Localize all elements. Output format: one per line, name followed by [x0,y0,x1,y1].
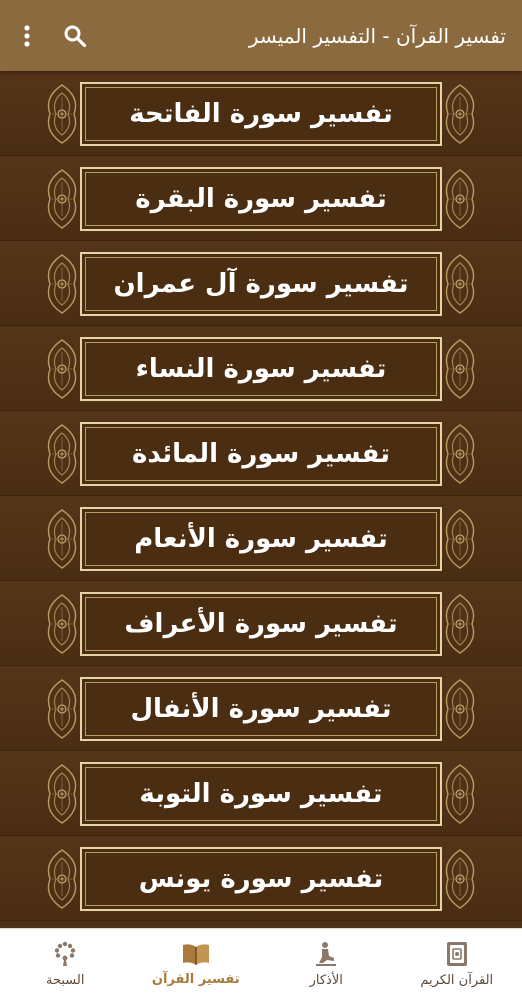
surah-tafsir-button[interactable]: تفسير سورة المائدة [80,422,442,486]
app-bar: تفسير القرآن - التفسير الميسر [0,0,522,71]
surah-tafsir-label: تفسير سورة النساء [135,354,387,384]
ornament-icon [47,849,77,909]
list-item[interactable]: تفسير سورة الأعراف [0,581,522,666]
surah-tafsir-button[interactable]: تفسير سورة التوبة [80,762,442,826]
nav-label: السبحة [46,973,85,988]
surah-tafsir-label: تفسير سورة الأعراف [124,609,398,639]
surah-tafsir-label: تفسير سورة الأنعام [134,524,388,554]
ornament-icon [47,169,77,229]
ornament-icon [445,509,475,569]
list-item[interactable]: تفسير سورة البقرة [0,156,522,241]
ornament-icon [445,84,475,144]
ornament-icon [47,254,77,314]
more-vert-icon[interactable] [12,21,42,51]
ornament-icon [47,594,77,654]
page-title: تفسير القرآن - التفسير الميسر [248,23,506,48]
list-item[interactable]: تفسير سورة يونس [0,836,522,921]
list-item[interactable]: تفسير سورة الأنعام [0,496,522,581]
surah-tafsir-button[interactable]: تفسير سورة الأنفال [80,677,442,741]
surah-tafsir-button[interactable]: تفسير سورة الأنعام [80,507,442,571]
surah-tafsir-label: تفسير سورة التوبة [139,779,383,809]
nav-item-tafsir[interactable]: تفسير القرآن [131,929,262,1000]
surah-tafsir-label: تفسير سورة يونس [138,864,384,894]
nav-label: الأذكار [309,973,343,988]
ornament-icon [445,169,475,229]
surah-tafsir-button[interactable]: تفسير سورة يونس [80,847,442,911]
ornament-icon [47,679,77,739]
ornament-icon [47,764,77,824]
open-book-icon [182,944,209,965]
surah-tafsir-label: تفسير سورة البقرة [135,184,387,214]
list-item[interactable]: تفسير سورة الأنفال [0,666,522,751]
ornament-icon [445,424,475,484]
quran-book-icon [446,942,467,966]
app-bar-actions [12,21,90,51]
list-item[interactable]: تفسير سورة الفاتحة [0,71,522,156]
surah-tafsir-label: تفسير سورة آل عمران [113,269,409,299]
surah-tafsir-button[interactable]: تفسير سورة الفاتحة [80,82,442,146]
list-item[interactable]: تفسير سورة النساء [0,326,522,411]
ornament-icon [47,509,77,569]
surah-tafsir-button[interactable]: تفسير سورة البقرة [80,167,442,231]
surah-tafsir-button[interactable]: تفسير سورة النساء [80,337,442,401]
surah-tafsir-label: تفسير سورة الأنفال [130,694,392,724]
surah-tafsir-label: تفسير سورة الفاتحة [129,99,393,129]
ornament-icon [47,339,77,399]
surah-tafsir-button[interactable]: تفسير سورة الأعراف [80,592,442,656]
prayer-beads-icon [55,941,76,966]
nav-label: القرآن الكريم [420,973,494,988]
bottom-navigation: القرآن الكريم الأذكار تفسير القرآن السبح… [0,928,522,1000]
ornament-icon [445,594,475,654]
nav-item-adhkar[interactable]: الأذكار [261,929,392,1000]
surah-tafsir-button[interactable]: تفسير سورة آل عمران [80,252,442,316]
nav-item-quran[interactable]: القرآن الكريم [392,929,522,1000]
ornament-icon [47,84,77,144]
nav-label: تفسير القرآن [151,972,240,987]
list-item[interactable]: تفسير سورة المائدة [0,411,522,496]
search-icon[interactable] [60,21,90,51]
list-item[interactable]: تفسير سورة التوبة [0,751,522,836]
ornament-icon [47,424,77,484]
list-item[interactable]: تفسير سورة آل عمران [0,241,522,326]
ornament-icon [445,679,475,739]
ornament-icon [445,849,475,909]
ornament-icon [445,764,475,824]
praying-person-icon [316,942,337,966]
nav-item-tasbih[interactable]: السبحة [0,929,131,1000]
ornament-icon [445,339,475,399]
ornament-icon [445,254,475,314]
surah-tafsir-list[interactable]: تفسير سورة الفاتحة تفسير سورة البقرة تفسير… [0,71,522,928]
surah-tafsir-label: تفسير سورة المائدة [131,439,390,469]
